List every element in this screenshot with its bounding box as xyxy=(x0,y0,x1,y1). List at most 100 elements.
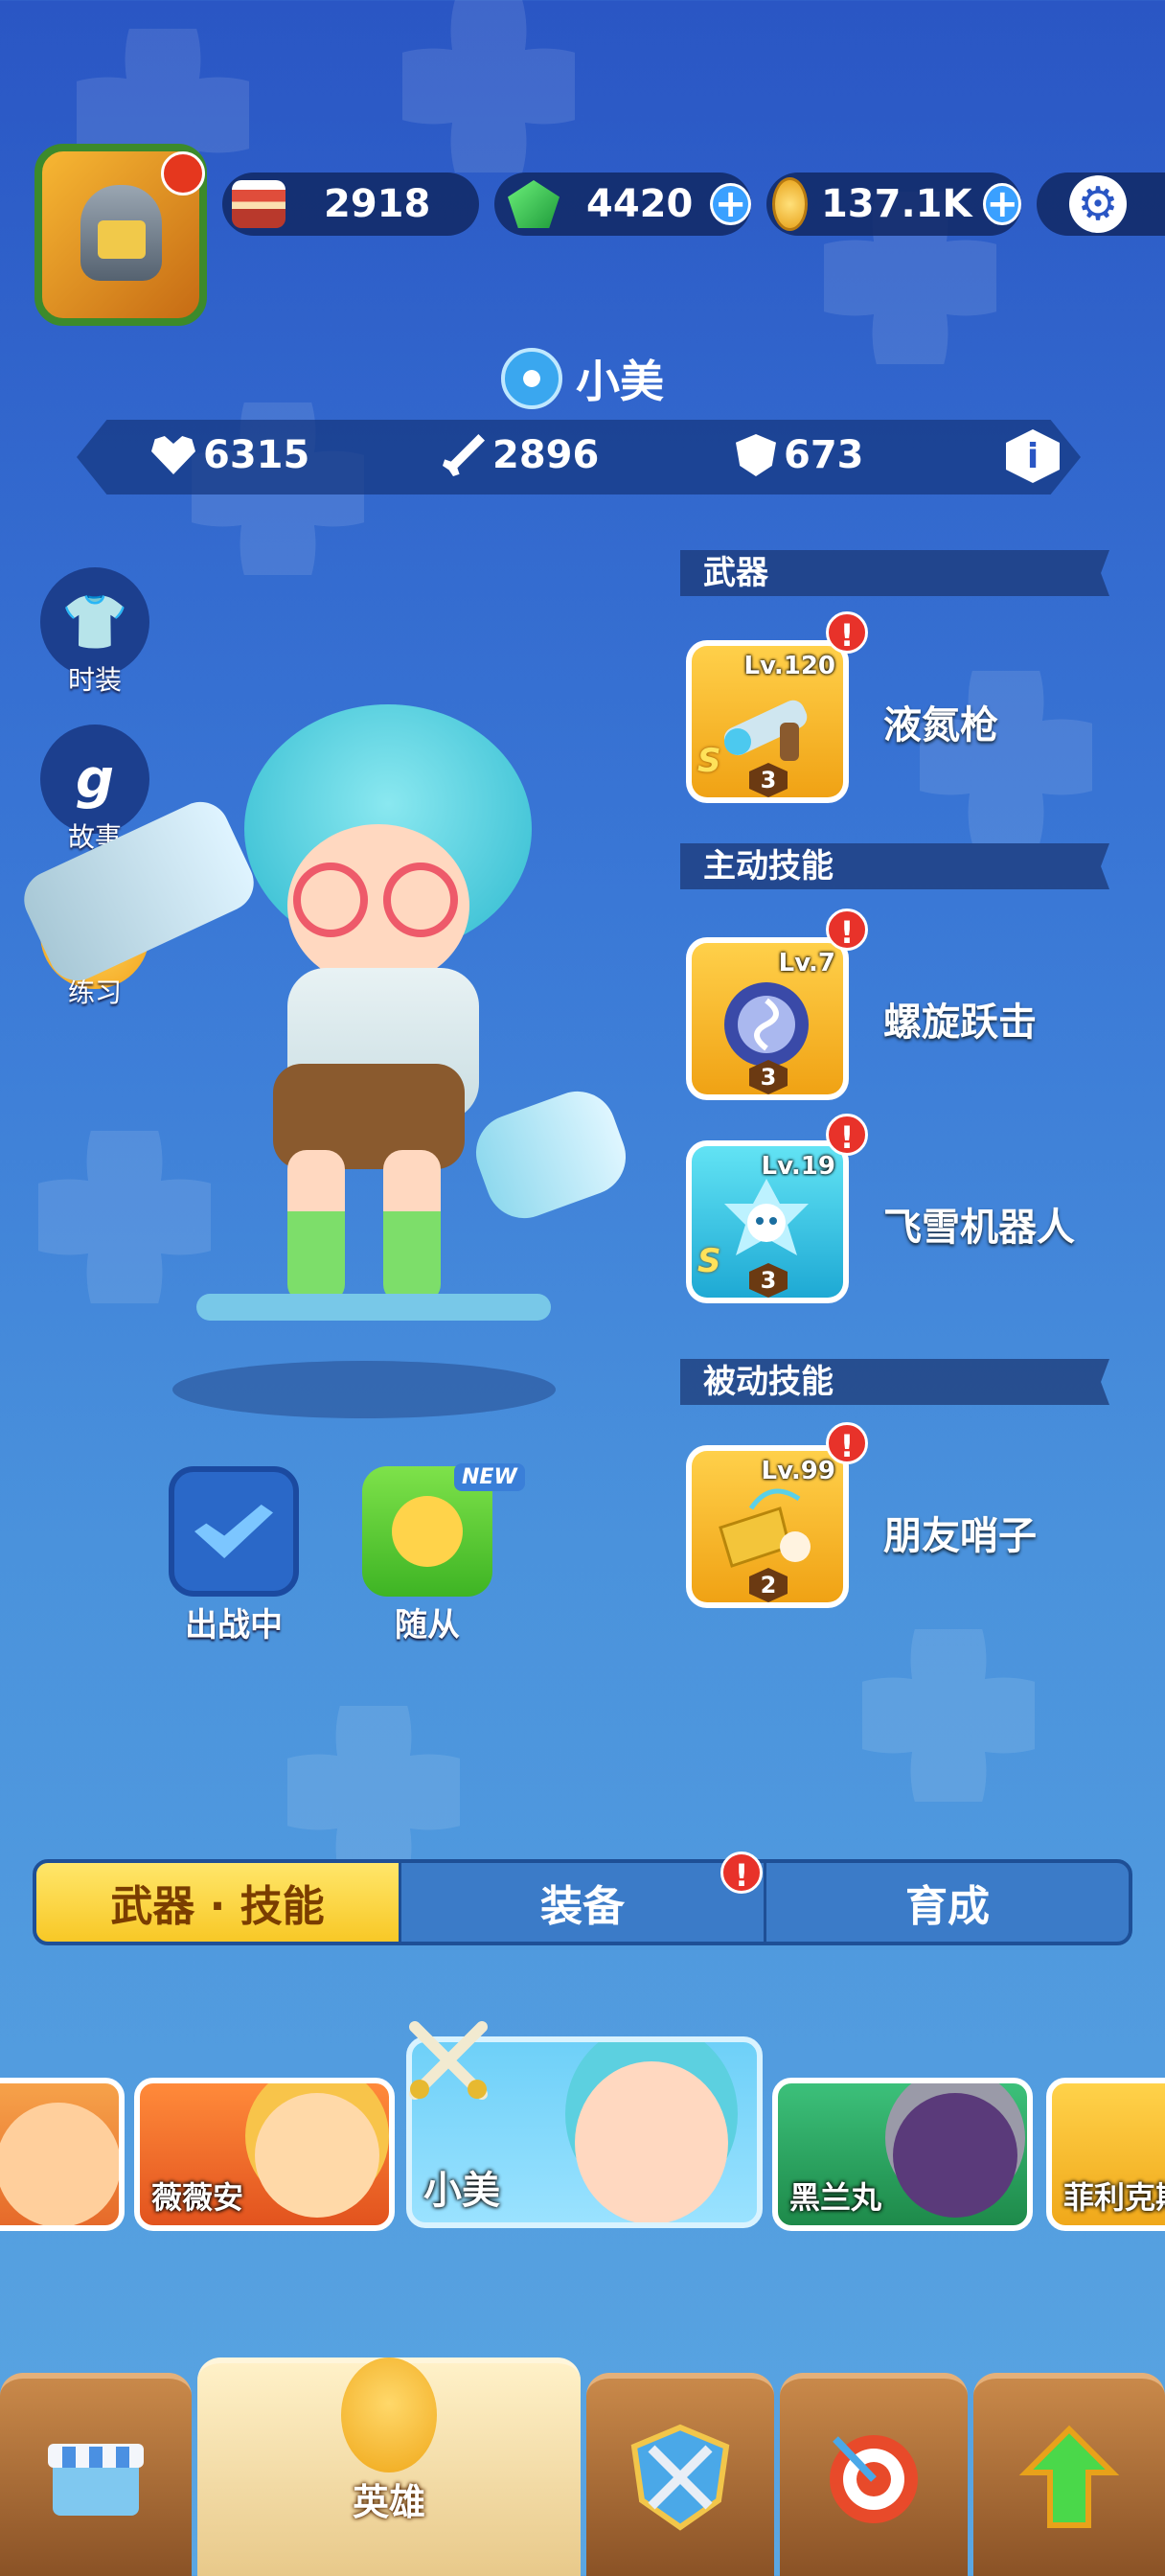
costume-label: 时装 xyxy=(67,664,122,696)
character-leg xyxy=(287,1150,345,1303)
passive-skill-section-header: 被动技能 xyxy=(680,1359,1109,1405)
hero-card-name: 菲利克斯 xyxy=(1063,2179,1165,2216)
nav-hero-label: 英雄 xyxy=(352,2480,425,2523)
notification-dot xyxy=(161,151,205,196)
follower-label: 随从 xyxy=(395,1606,460,1644)
hero-name: 小美 xyxy=(576,356,664,407)
passive-name: 朋友哨子 xyxy=(883,1514,1037,1558)
shirt-icon: 👕 xyxy=(61,591,128,654)
background-flower-decoration xyxy=(287,1706,460,1878)
hero-card-name: 小美 xyxy=(423,2169,500,2213)
character-leg xyxy=(383,1150,441,1303)
hero-portrait xyxy=(0,2103,119,2225)
hero-card-name: 黑兰丸 xyxy=(789,2179,882,2216)
hero-card-name: 薇薇安 xyxy=(151,2179,244,2216)
defense-stat: 673 xyxy=(736,433,864,477)
shop-icon xyxy=(48,2444,144,2516)
s-rank-mark: S xyxy=(697,742,721,780)
whistle-icon xyxy=(719,1488,811,1568)
skill2-name: 飞雪机器人 xyxy=(883,1206,1075,1250)
hero-card-partial[interactable] xyxy=(0,2078,125,2231)
coin-icon xyxy=(772,177,808,231)
hero-name-row: 小美 xyxy=(0,347,1165,410)
weapon-name: 液氮枪 xyxy=(883,703,998,748)
skill-card-spiral[interactable]: Lv.7 3 xyxy=(686,937,849,1100)
background-flower-decoration xyxy=(862,1629,1035,1802)
hero-portrait xyxy=(255,2093,379,2218)
tab-growth[interactable]: 育成 xyxy=(766,1863,1129,1942)
sword-icon xyxy=(443,434,485,476)
heart-icon xyxy=(151,436,195,474)
cake-count: 2918 xyxy=(324,182,431,226)
weapon-level: Lv.120 xyxy=(743,652,835,680)
arm-blaster-illustration xyxy=(465,1080,637,1230)
tab-weapon-skill[interactable]: 武器 · 技能 xyxy=(36,1863,401,1942)
hero-portrait xyxy=(575,2061,728,2222)
skill2-level: Lv.19 xyxy=(761,1152,835,1181)
weapon-card[interactable]: Lv.120 S 3 xyxy=(686,640,849,803)
weapon-section-header: 武器 xyxy=(680,550,1109,596)
in-battle-label: 出战中 xyxy=(185,1606,283,1644)
defense-value: 673 xyxy=(784,433,864,477)
target-icon xyxy=(830,2435,918,2523)
hero-card-vivian[interactable]: 薇薇安 xyxy=(134,2078,395,2231)
nav-hero[interactable]: 英雄 xyxy=(197,2357,581,2576)
passive-level: Lv.99 xyxy=(761,1457,835,1485)
battle-shield-icon xyxy=(630,2424,730,2531)
coin-counter: 137.1K + xyxy=(766,172,1021,236)
hero-card-kurorammaru[interactable]: 黑兰丸 xyxy=(772,2078,1033,2231)
cake-icon xyxy=(232,180,286,228)
hoverboard-illustration xyxy=(196,1294,551,1321)
skill-card-snow-robot[interactable]: Lv.19 S 3 xyxy=(686,1140,849,1303)
character-face xyxy=(287,824,469,987)
background-flower-decoration xyxy=(38,1131,211,1303)
attack-stat: 2896 xyxy=(443,433,599,477)
shield-icon xyxy=(736,434,776,476)
crown-smiley-icon xyxy=(392,1496,463,1567)
skill1-alert-icon: ! xyxy=(826,908,868,951)
character-shadow xyxy=(172,1361,556,1418)
gear-icon: ⚙ xyxy=(1069,175,1127,233)
upgrade-arrow-icon xyxy=(1018,2425,1120,2528)
skill2-alert-icon: ! xyxy=(826,1114,868,1156)
check-icon xyxy=(194,1505,273,1558)
settings-button[interactable]: ⚙ xyxy=(1037,172,1165,236)
weapon-alert-icon: ! xyxy=(826,611,868,654)
gem-count: 4420 xyxy=(586,182,694,226)
freeze-gun-icon xyxy=(723,700,808,761)
snow-robot-icon xyxy=(724,1179,809,1255)
add-coins-button[interactable]: + xyxy=(983,183,1021,225)
s-rank-mark: S xyxy=(697,1242,721,1280)
gem-counter: 4420 + xyxy=(494,172,751,236)
hp-stat: 6315 xyxy=(151,433,309,477)
gem-icon xyxy=(508,180,560,228)
nav-shop[interactable] xyxy=(0,2373,192,2576)
nav-battle[interactable] xyxy=(586,2373,774,2576)
background-flower-decoration xyxy=(402,0,575,172)
tab-equipment[interactable]: 装备 xyxy=(401,1863,766,1942)
passive-card-whistle[interactable]: Lv.99 2 xyxy=(686,1445,849,1608)
hp-value: 6315 xyxy=(203,433,310,477)
skill1-name: 螺旋跃击 xyxy=(883,1000,1037,1045)
practice-label: 练习 xyxy=(67,977,122,1008)
add-gems-button[interactable]: + xyxy=(710,183,751,225)
hero-card-felix-partial[interactable]: 菲利克斯 xyxy=(1046,2078,1165,2231)
passive-alert-icon: ! xyxy=(826,1422,868,1464)
new-tag: NEW xyxy=(454,1463,525,1491)
hero-portrait xyxy=(893,2093,1017,2218)
spiral-orb-icon xyxy=(724,982,809,1067)
active-skill-section-header: 主动技能 xyxy=(680,843,1109,889)
cake-counter: 2918 xyxy=(222,172,479,236)
story-book-icon: g xyxy=(75,748,115,811)
hero-tabs: 武器 · 技能 装备 育成 xyxy=(33,1859,1132,1945)
nav-upgrade[interactable] xyxy=(973,2373,1165,2576)
coin-count: 137.1K xyxy=(820,182,972,226)
equipment-alert-icon: ! xyxy=(720,1852,763,1894)
nav-target[interactable] xyxy=(780,2373,968,2576)
in-battle-button[interactable] xyxy=(169,1466,299,1597)
hero-class-icon xyxy=(501,348,562,409)
glasses-icon xyxy=(293,862,458,937)
visor-icon xyxy=(98,220,146,259)
skill1-level: Lv.7 xyxy=(778,949,835,978)
hero-nav-icon xyxy=(341,2357,437,2472)
